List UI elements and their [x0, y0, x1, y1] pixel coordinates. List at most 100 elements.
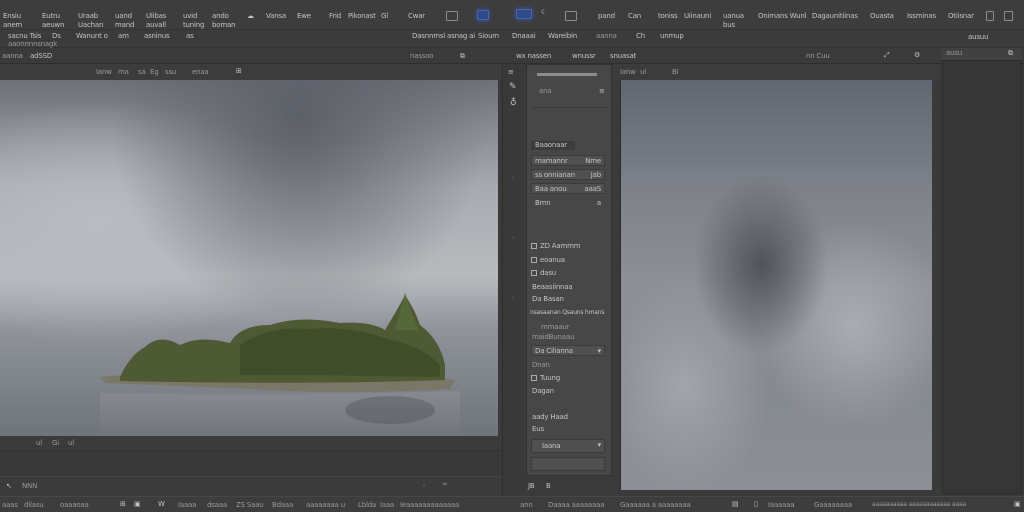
property-row[interactable]: ss onnianan Jab — [531, 169, 605, 180]
toolbar-item[interactable]: wx nassen — [516, 52, 551, 60]
status-item[interactable]: aaaaaaaa u — [306, 501, 345, 509]
panel-icon[interactable] — [1004, 11, 1013, 21]
tab-item[interactable]: Bl — [672, 68, 679, 76]
tab-item[interactable]: ma — [118, 68, 129, 76]
menu-item[interactable]: Can — [628, 12, 641, 20]
grid-icon[interactable]: ▤ — [732, 500, 739, 508]
status-item[interactable]: dilasu — [24, 501, 44, 509]
progress-slider[interactable] — [537, 73, 597, 76]
menu-item[interactable]: ando boman — [212, 12, 235, 30]
moon-icon[interactable]: ☾ — [541, 8, 547, 16]
option-item[interactable]: unmup — [660, 32, 684, 40]
status-item[interactable]: aaaaaaaaaa aaaaaaaaaaaa aaaa — [872, 501, 966, 508]
workspace-icon[interactable] — [477, 10, 489, 20]
checkbox[interactable] — [531, 375, 537, 381]
tab-item[interactable]: ssu — [165, 68, 176, 76]
cursor-icon[interactable]: ↖ — [6, 482, 12, 490]
footer-item[interactable]: Gi — [52, 439, 59, 447]
footer-item[interactable]: ul — [36, 439, 42, 447]
property-row[interactable]: Baa anou aaaS — [531, 183, 605, 194]
status-item[interactable]: Lblda — [358, 501, 376, 509]
resize-icon[interactable]: ⤢ — [884, 51, 890, 60]
footer-item[interactable]: ul — [68, 439, 74, 447]
frame-icon[interactable]: ▯ — [754, 500, 758, 508]
brush-icon[interactable]: ✎ — [509, 82, 517, 92]
menu-item[interactable]: Onimans Wunl — [758, 12, 807, 20]
status-item[interactable]: Iaaa — [380, 501, 394, 509]
property-row[interactable]: mamannr Nme — [531, 155, 605, 166]
timeline-panel[interactable] — [0, 450, 510, 476]
menu-item[interactable]: Otiisnar — [948, 12, 974, 20]
status-item[interactable]: Ieaaaaaaaaaaaaa — [400, 501, 459, 509]
text-field[interactable] — [531, 457, 605, 471]
menu-item[interactable]: Issminas — [907, 12, 936, 20]
menu-item[interactable]: uand mand — [115, 12, 134, 30]
toolbar-item[interactable]: wnussr — [572, 52, 596, 60]
option-item[interactable]: am — [118, 32, 129, 40]
status-item[interactable]: Bdaaa — [272, 501, 293, 509]
expand-icon[interactable]: ⊞ — [236, 67, 242, 75]
toolbar-item[interactable]: nassoo — [410, 52, 434, 60]
bulb-icon[interactable]: ♁ — [510, 98, 517, 108]
menu-item[interactable]: uvid tuning — [183, 12, 204, 30]
cloud-icon[interactable]: ☁ — [247, 12, 254, 20]
menu-item[interactable]: Cwar — [408, 12, 425, 20]
notification-icon[interactable]: ▣ — [1014, 500, 1021, 508]
status-item[interactable]: Gaaaaaaaa — [814, 501, 852, 509]
info-icon[interactable]: ◦ — [422, 482, 426, 490]
grid-icon[interactable] — [446, 11, 458, 21]
tab-item[interactable]: sa — [138, 68, 146, 76]
zoom-field[interactable]: nn Cuu — [806, 52, 830, 60]
option-item[interactable]: asninus — [144, 32, 170, 40]
option-item[interactable]: Ch — [636, 32, 645, 40]
grid-icon[interactable]: ⊞ — [120, 500, 126, 508]
menu-item[interactable]: Uraab Uachan — [78, 12, 103, 30]
option-item[interactable]: Sioum — [478, 32, 499, 40]
menu-item[interactable]: Frid — [329, 12, 341, 20]
toolbar-item[interactable]: adSSD — [30, 52, 52, 60]
settings-icon[interactable]: ⚙ — [914, 51, 920, 59]
panel-footer-icon[interactable]: JB — [528, 482, 535, 490]
menu-item[interactable]: Ewe — [297, 12, 311, 20]
menu-item[interactable]: Pikonast — [348, 12, 376, 20]
dot-icon[interactable]: · — [512, 294, 514, 302]
status-item[interactable]: Iaaaa — [178, 501, 196, 509]
toolbar-item[interactable]: aanna — [2, 52, 23, 60]
collapse-icon[interactable]: ⧉ — [1008, 49, 1013, 58]
dropdown[interactable]: Da Cilianna ▾ — [531, 345, 605, 356]
menu-item[interactable]: Eutru aeuwn — [42, 12, 64, 30]
tab-item[interactable]: enaa — [192, 68, 209, 76]
menu-item[interactable]: Ouasta — [870, 12, 894, 20]
menu-item[interactable]: pand — [598, 12, 615, 20]
lock-icon[interactable] — [986, 11, 994, 21]
property-row[interactable]: Bmn a — [531, 197, 605, 208]
menu-item[interactable]: Dagaunitiinas — [812, 12, 858, 20]
option-item[interactable]: sacnu Tsis — [8, 32, 41, 40]
checkbox[interactable] — [531, 270, 537, 276]
menu-item[interactable]: Vansa — [266, 12, 286, 20]
menu-item[interactable]: Ensiu anem — [3, 12, 22, 30]
status-item[interactable]: ann — [520, 501, 533, 509]
frame-icon[interactable] — [565, 11, 577, 21]
dot-icon[interactable]: · — [512, 234, 514, 242]
option-item[interactable]: Ds — [52, 32, 61, 40]
option-item[interactable]: Wanunt o — [76, 32, 108, 40]
status-item[interactable]: ZS Saau — [236, 501, 264, 509]
menu-item[interactable]: Uiinauni — [684, 12, 711, 20]
checkbox[interactable] — [531, 243, 537, 249]
dropdown[interactable]: Iaana ▾ — [531, 439, 605, 453]
wave-icon[interactable]: W — [158, 500, 165, 508]
status-item[interactable]: Gaaaaaa a aaaaaaaa — [620, 501, 691, 509]
dot-icon[interactable]: · — [512, 174, 514, 182]
left-canvas[interactable] — [0, 80, 498, 436]
tab-item[interactable]: ul — [640, 68, 646, 76]
menu-item[interactable]: uanua bus — [723, 12, 744, 30]
menu-item[interactable]: Ulibas auvall — [146, 12, 166, 30]
frame-icon[interactable]: ▣ — [134, 500, 141, 508]
tab-item[interactable]: Ianw — [620, 68, 636, 76]
option-item[interactable]: aanna — [596, 32, 617, 40]
option-item[interactable]: as — [186, 32, 194, 40]
option-item[interactable]: Wareibin — [548, 32, 577, 40]
tab-item[interactable]: Eg — [150, 68, 159, 76]
menu-icon[interactable]: ≡ — [599, 87, 605, 95]
